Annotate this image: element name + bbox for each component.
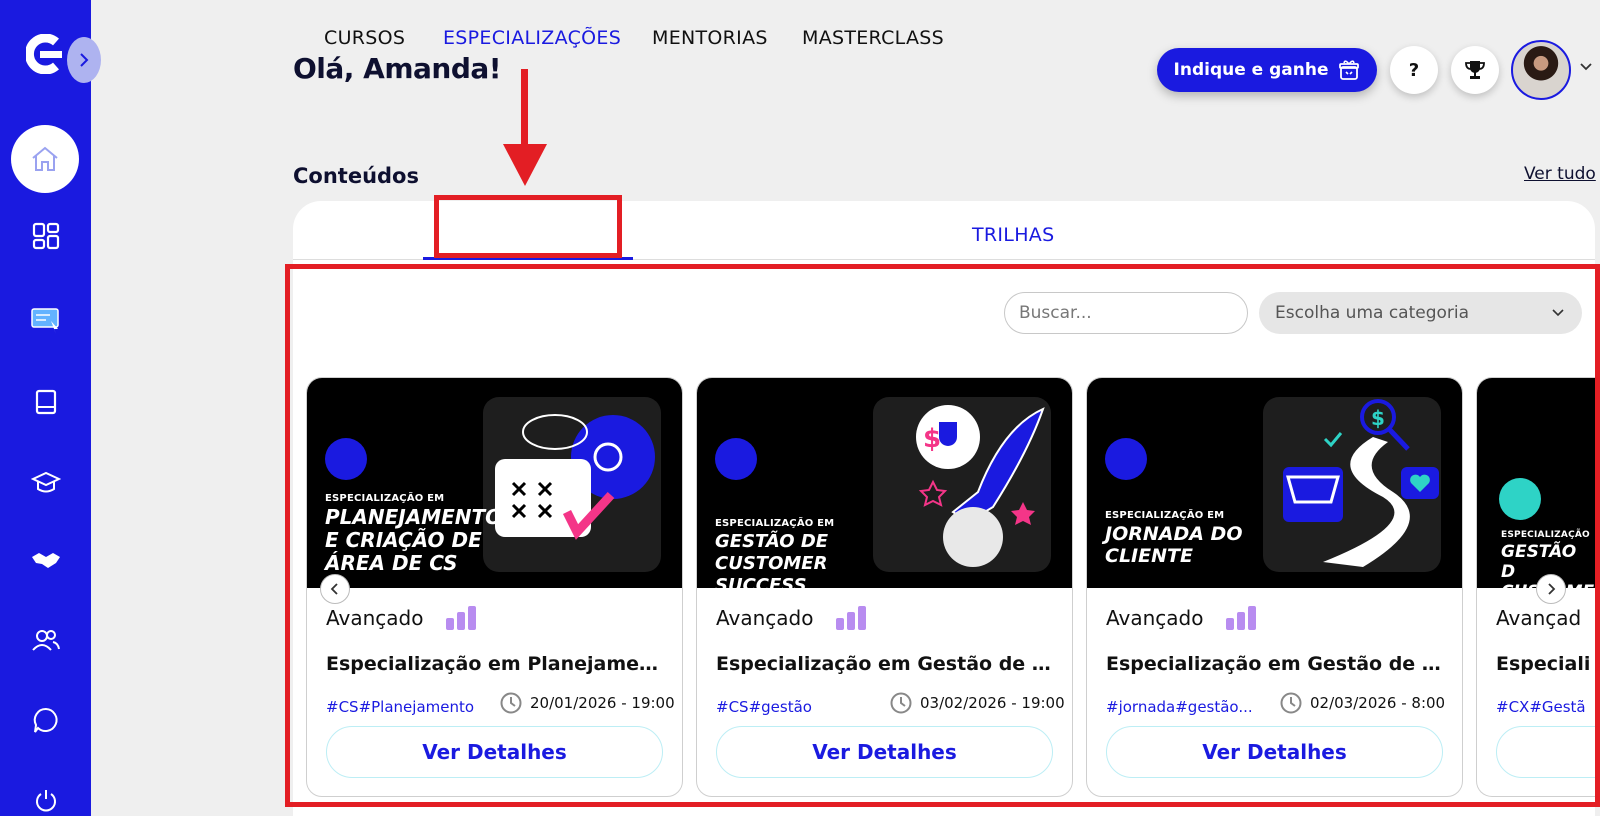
sidebar-item-home[interactable] (11, 125, 79, 193)
users-icon (31, 630, 60, 651)
refer-button-label: Indique e ganhe (1173, 60, 1329, 80)
help-icon: ? (1408, 59, 1420, 81)
book-icon (35, 389, 56, 415)
help-button[interactable]: ? (1390, 46, 1438, 94)
section-title: Conteúdos (293, 164, 419, 188)
gift-icon (1339, 60, 1360, 80)
user-avatar[interactable] (1511, 40, 1571, 100)
chevron-down-icon[interactable] (1579, 62, 1593, 72)
certificate-icon (30, 308, 59, 334)
power-icon (35, 790, 56, 812)
tab-trilhas[interactable]: TRILHAS (972, 224, 1054, 246)
sidebar-item-courses[interactable] (0, 452, 91, 512)
tab-mentorias[interactable]: MENTORIAS (652, 27, 768, 49)
tab-masterclass[interactable]: MASTERCLASS (802, 27, 944, 49)
annotation-arrow-head (503, 144, 547, 186)
page-greeting: Olá, Amanda! (293, 52, 502, 85)
chat-icon (33, 707, 58, 733)
tab-especializacoes[interactable]: ESPECIALIZAÇÕES (443, 27, 621, 49)
annotation-arrow-shaft (521, 69, 528, 149)
graduation-cap-icon (30, 471, 61, 493)
refer-and-earn-button[interactable]: Indique e ganhe (1157, 48, 1377, 92)
chevron-right-icon (80, 53, 89, 67)
annotation-highlight-tab (434, 195, 622, 258)
handshake-icon (31, 553, 60, 568)
sidebar-item-partnerships[interactable] (0, 530, 91, 590)
expand-sidebar-button[interactable] (67, 37, 101, 83)
dashboard-icon (32, 222, 59, 250)
sidebar-item-dashboard[interactable] (0, 206, 91, 266)
logo-icon[interactable] (26, 34, 62, 74)
sidebar-item-certificates[interactable] (0, 290, 91, 350)
annotation-highlight-content (285, 264, 1600, 807)
achievements-button[interactable] (1451, 46, 1499, 94)
sidebar (0, 0, 101, 816)
tab-cursos[interactable]: CURSOS (324, 27, 405, 49)
home-icon (32, 146, 58, 171)
trophy-icon (1465, 61, 1485, 79)
sidebar-item-chat[interactable] (0, 690, 91, 750)
see-all-link[interactable]: Ver tudo (1524, 164, 1596, 184)
sidebar-item-community[interactable] (0, 610, 91, 670)
sidebar-item-library[interactable] (0, 372, 91, 432)
sidebar-item-logout[interactable] (0, 770, 91, 816)
